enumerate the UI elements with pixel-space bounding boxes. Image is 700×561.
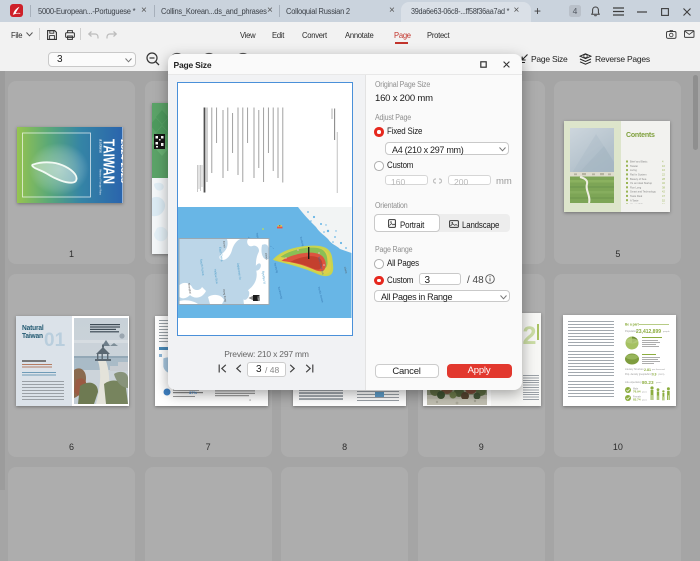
svg-text:Taste Real: Taste Real xyxy=(630,194,643,198)
svg-text:Rail in System: Rail in System xyxy=(630,173,647,177)
svg-text:47: 47 xyxy=(662,194,665,198)
svg-text:52: 52 xyxy=(662,198,665,202)
svg-text:4: 4 xyxy=(662,160,664,164)
svg-text:Beauty of Sea: Beauty of Sea xyxy=(630,177,647,181)
svg-text:76.94: 76.94 xyxy=(633,390,641,394)
svg-text:56: 56 xyxy=(662,203,665,204)
svg-text:people: people xyxy=(663,331,670,333)
svg-text:per thousand: per thousand xyxy=(652,368,666,371)
svg-text:Ministry of Foreign Affairs: Ministry of Foreign Affairs xyxy=(99,169,102,196)
svg-text:10: 10 xyxy=(662,164,665,168)
svg-text:80.23: 80.23 xyxy=(642,380,654,385)
svg-text:at a Glance: at a Glance xyxy=(99,139,103,153)
svg-text:World ABC: World ABC xyxy=(630,203,643,204)
svg-text:Literacy Structure: Literacy Structure xyxy=(625,368,644,371)
svg-text:38: 38 xyxy=(662,185,665,189)
svg-text:Living: Living xyxy=(630,168,637,172)
svg-text:It's an ideal Startup: It's an ideal Startup xyxy=(630,181,653,185)
svg-text:(2023): (2023) xyxy=(658,374,665,376)
svg-text:22: 22 xyxy=(662,173,665,177)
svg-text:16: 16 xyxy=(662,168,665,172)
svg-text:years: years xyxy=(656,381,662,384)
svg-text:28: 28 xyxy=(662,177,665,181)
svg-text:Smart and Technology: Smart and Technology xyxy=(630,190,656,194)
svg-text:Brief and Basic: Brief and Basic xyxy=(630,160,648,164)
svg-text:2024-2025: 2024-2025 xyxy=(119,139,123,184)
svg-text:23,412,899: 23,412,899 xyxy=(636,329,661,335)
svg-text:2.81: 2.81 xyxy=(644,368,651,372)
svg-text:0.9: 0.9 xyxy=(652,373,657,377)
svg-text:83.74: 83.74 xyxy=(633,398,641,402)
svg-text:Taiwan: Taiwan xyxy=(630,164,639,168)
svg-text:32: 32 xyxy=(662,181,665,185)
svg-text:A Taste: A Taste xyxy=(630,198,639,202)
svg-text:42: 42 xyxy=(662,190,665,194)
svg-text:years: years xyxy=(642,400,647,402)
svg-text:4: 4 xyxy=(249,398,251,402)
svg-text:37%: 37% xyxy=(189,390,197,395)
svg-text:Be a part: Be a part xyxy=(625,323,640,327)
svg-text:Life expectancy: Life expectancy xyxy=(625,381,642,384)
svg-text:Pop. density (people/km²): Pop. density (people/km²) xyxy=(625,373,652,376)
svg-text:years: years xyxy=(642,392,647,394)
svg-text:Run Long: Run Long xyxy=(630,185,642,189)
